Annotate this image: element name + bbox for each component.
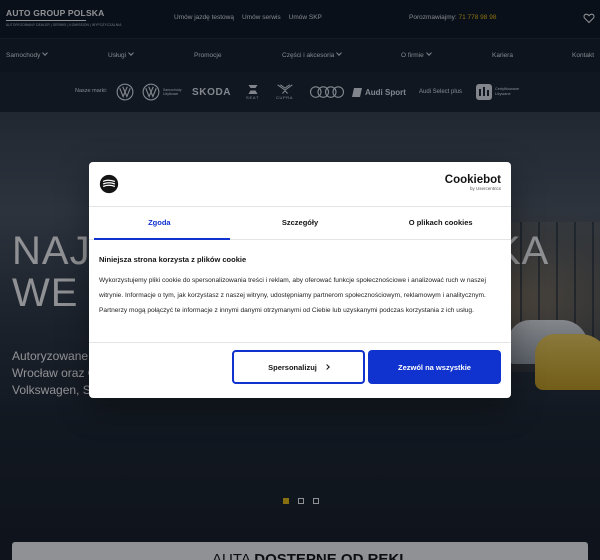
personalize-button[interactable]: Spersonalizuj xyxy=(232,350,365,384)
cookie-consent-dialog: Cookiebot by Usercentrics Zgoda Szczegół… xyxy=(89,162,511,398)
cookie-title: Niniejsza strona korzysta z plików cooki… xyxy=(99,255,247,264)
chevron-right-icon xyxy=(324,364,330,370)
allow-all-button[interactable]: Zezwól na wszystkie xyxy=(368,350,501,384)
cookie-tabs: Zgoda Szczegóły O plikach cookies xyxy=(89,206,511,240)
cookiebot-brand[interactable]: Cookiebot by Usercentrics xyxy=(445,174,501,191)
site-logo-icon xyxy=(99,174,119,194)
tab-zgoda[interactable]: Zgoda xyxy=(89,207,230,240)
cookiebot-byline: by Usercentrics xyxy=(469,186,501,191)
cookiebot-logo-text: Cookiebot xyxy=(444,174,501,186)
personalize-label: Spersonalizuj xyxy=(268,362,317,372)
cookie-divider xyxy=(89,342,511,343)
cookie-body-text: Wykorzystujemy pliki cookie do spersonal… xyxy=(99,277,486,315)
tab-szczegoly[interactable]: Szczegóły xyxy=(230,207,371,239)
tab-o-plikach-cookies[interactable]: O plikach cookies xyxy=(370,207,511,239)
